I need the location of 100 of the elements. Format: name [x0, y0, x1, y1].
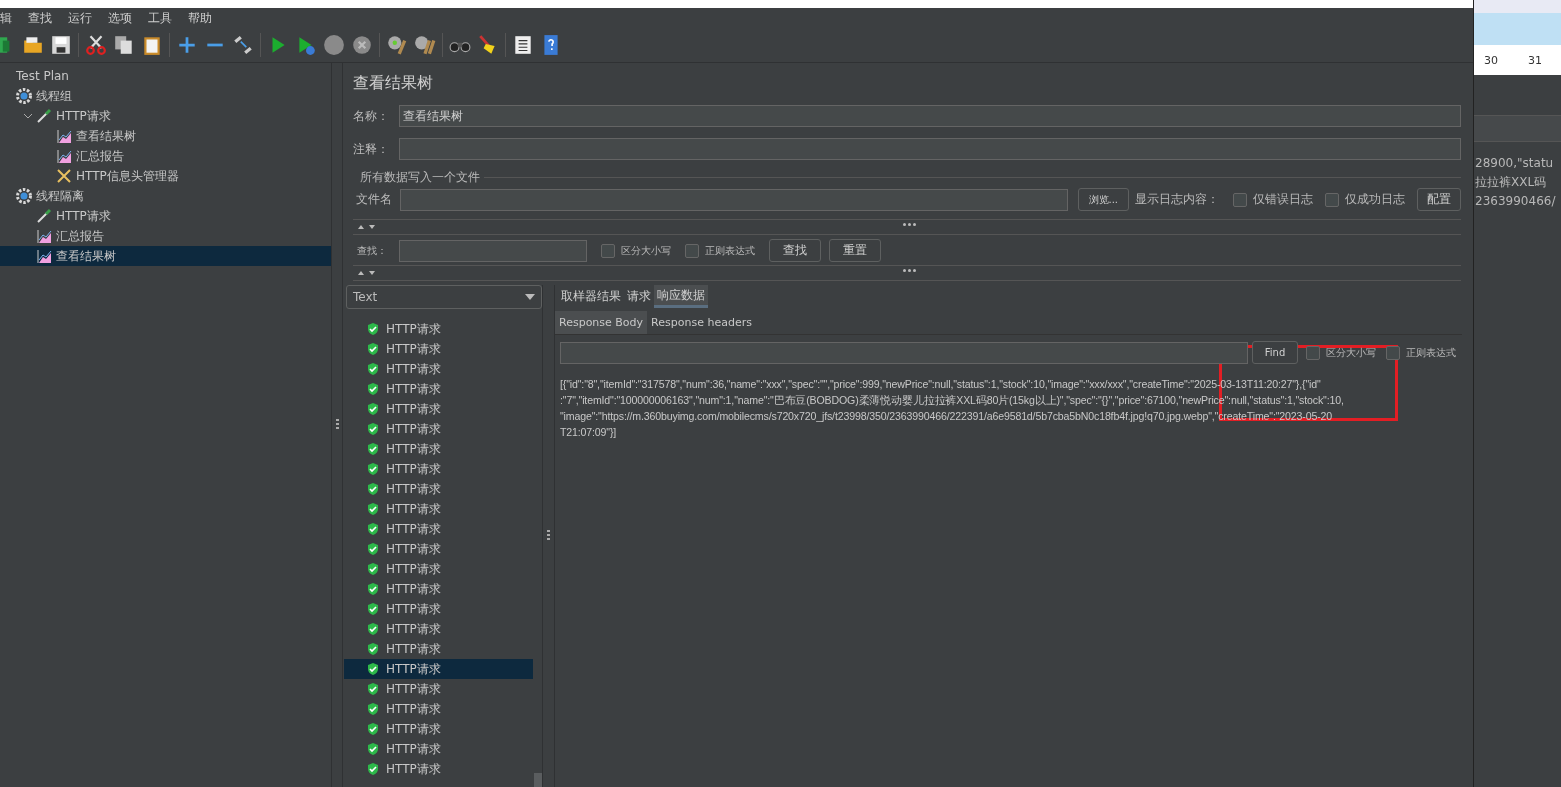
tools-icon — [56, 168, 72, 184]
checkbox[interactable] — [601, 243, 615, 258]
filename-field[interactable] — [400, 188, 1068, 211]
result-item[interactable]: HTTP请求 — [344, 759, 533, 779]
shutdown-icon[interactable] — [351, 34, 373, 56]
success-shield-icon — [366, 722, 380, 736]
success-shield-icon — [366, 462, 380, 476]
checkbox[interactable] — [1233, 192, 1248, 207]
tree-item[interactable]: HTTP信息头管理器 — [0, 166, 331, 186]
result-item[interactable]: HTTP请求 — [344, 459, 533, 479]
tree-item[interactable]: 汇总报告 — [0, 146, 331, 166]
tree-item[interactable]: 查看结果树 — [0, 126, 331, 146]
menu-item[interactable]: 选项 — [108, 9, 132, 27]
name-field[interactable]: 查看结果树 — [399, 105, 1462, 127]
result-item[interactable]: HTTP请求 — [344, 539, 533, 559]
log-label: 显示日志内容： — [1135, 191, 1220, 208]
tree-item[interactable]: 查看结果树 — [0, 246, 331, 266]
scrollbar-thumb[interactable] — [534, 773, 542, 787]
graph-icon — [56, 128, 72, 144]
success-shield-icon — [366, 402, 380, 416]
result-item[interactable]: HTTP请求 — [344, 719, 533, 739]
toggle-icon[interactable] — [232, 34, 254, 56]
collapse-arrows-icon[interactable] — [357, 270, 377, 276]
result-item[interactable]: HTTP请求 — [344, 699, 533, 719]
graph-icon — [56, 148, 72, 164]
find-button[interactable]: Find — [1252, 341, 1299, 364]
result-item[interactable]: HTTP请求 — [344, 579, 533, 599]
search-field[interactable] — [399, 239, 587, 262]
configure-button[interactable]: 配置 — [1417, 188, 1462, 211]
search-label: 查找： — [356, 243, 388, 258]
result-item[interactable]: HTTP请求 — [344, 519, 533, 539]
result-item[interactable]: HTTP请求 — [344, 639, 533, 659]
success-shield-icon — [366, 622, 380, 636]
tab[interactable]: 响应数据 — [654, 285, 708, 308]
paste-icon[interactable] — [141, 34, 163, 56]
list-icon[interactable] — [512, 34, 534, 56]
pipette-icon — [36, 208, 52, 224]
collapse-arrows-icon[interactable] — [357, 224, 377, 230]
tree-item[interactable]: Test Plan — [0, 66, 331, 86]
menu-item[interactable]: 帮助 — [188, 9, 212, 27]
ruler-number: 30 — [1484, 53, 1499, 67]
copy-icon[interactable] — [113, 34, 135, 56]
caret-icon[interactable] — [525, 294, 535, 300]
stop-icon[interactable] — [323, 34, 345, 56]
clear-icon[interactable] — [386, 34, 408, 56]
menu-item[interactable]: 运行 — [68, 9, 92, 27]
body-search-field[interactable] — [560, 341, 1249, 364]
result-item[interactable]: HTTP请求 — [344, 479, 533, 499]
tree-item[interactable]: HTTP请求 — [0, 206, 331, 226]
tree-item[interactable]: 线程组 — [0, 86, 331, 106]
result-item[interactable]: HTTP请求 — [344, 499, 533, 519]
checkbox-label: 正则表达式 — [1406, 345, 1457, 360]
result-item[interactable]: HTTP请求 — [344, 399, 533, 419]
text-line: 拉拉裤XXL码 — [1474, 174, 1548, 191]
checkbox[interactable] — [685, 243, 699, 258]
result-item[interactable]: HTTP请求 — [344, 679, 533, 699]
success-shield-icon — [366, 562, 380, 576]
open-icon[interactable] — [22, 34, 44, 56]
cut-icon[interactable] — [85, 34, 107, 56]
result-item[interactable]: HTTP请求 — [344, 419, 533, 439]
result-item[interactable]: HTTP请求 — [344, 339, 533, 359]
tree-item[interactable]: 汇总报告 — [0, 226, 331, 246]
success-shield-icon — [366, 702, 380, 716]
result-item[interactable]: HTTP请求 — [344, 739, 533, 759]
menu-item[interactable]: 辑 — [0, 9, 12, 27]
browse-button[interactable]: 浏览... — [1077, 188, 1130, 211]
result-item[interactable]: HTTP请求 — [344, 659, 533, 679]
plus-icon[interactable] — [176, 34, 198, 56]
result-item[interactable]: HTTP请求 — [344, 619, 533, 639]
find-button[interactable]: 查找 — [769, 239, 821, 262]
result-item[interactable]: HTTP请求 — [344, 379, 533, 399]
menu-item[interactable]: 工具 — [148, 9, 172, 27]
tab[interactable]: 请求 — [624, 285, 654, 308]
tab[interactable]: Response headers — [647, 311, 756, 334]
drag-handle-icon[interactable] — [903, 269, 916, 272]
clearall-icon[interactable] — [414, 34, 436, 56]
checkbox[interactable] — [1325, 192, 1340, 207]
success-shield-icon — [366, 442, 380, 456]
tree-item[interactable]: 线程隔离 — [0, 186, 331, 206]
menu-item[interactable]: 查找 — [28, 9, 52, 27]
comment-field[interactable] — [399, 138, 1462, 160]
pipette-icon — [36, 108, 52, 124]
result-item[interactable]: HTTP请求 — [344, 359, 533, 379]
tab[interactable]: Response Body — [555, 311, 648, 334]
result-item[interactable]: HTTP请求 — [344, 599, 533, 619]
field-label: 文件名 — [355, 191, 393, 208]
result-item[interactable]: HTTP请求 — [344, 559, 533, 579]
text-line: 28900,"statu — [1474, 155, 1555, 172]
drag-handle-icon[interactable] — [903, 223, 916, 226]
reset-button[interactable]: 重置 — [829, 239, 881, 262]
result-item[interactable]: HTTP请求 — [344, 439, 533, 459]
caret-icon[interactable] — [23, 111, 33, 121]
success-shield-icon — [366, 742, 380, 756]
success-shield-icon — [366, 682, 380, 696]
group-label: 所有数据写入一个文件 — [359, 169, 480, 186]
save-icon[interactable] — [50, 34, 72, 56]
tree-item[interactable]: HTTP请求 — [0, 106, 331, 126]
renderer-dropdown[interactable]: Text — [346, 285, 542, 309]
result-item[interactable]: HTTP请求 — [344, 319, 533, 339]
tab[interactable]: 取样器结果 — [558, 285, 624, 308]
